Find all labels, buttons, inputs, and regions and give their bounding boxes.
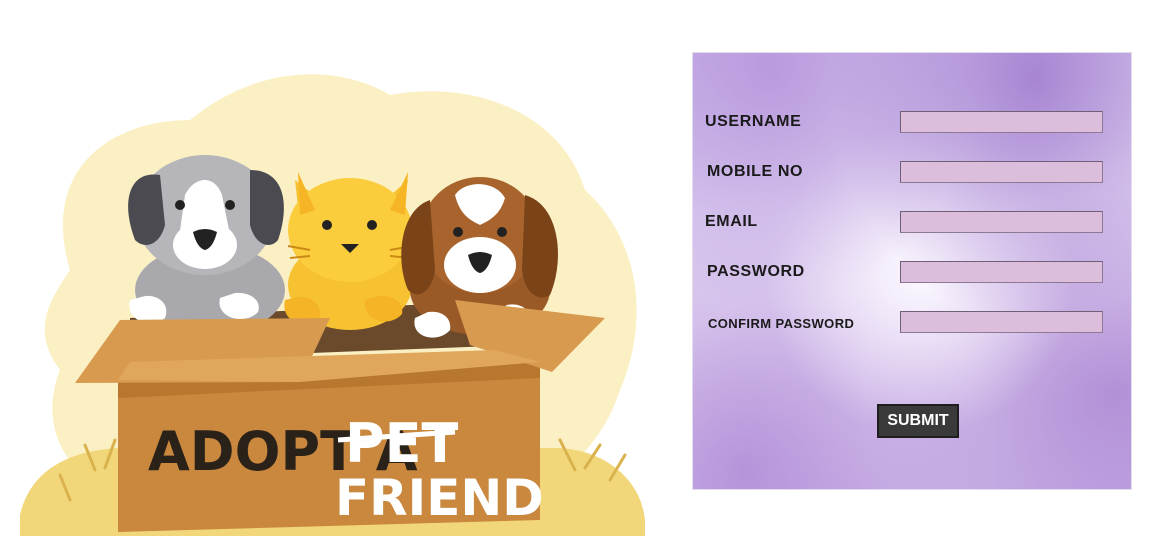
sign-text-struck: PET bbox=[345, 412, 458, 475]
password-input[interactable] bbox=[900, 261, 1103, 283]
password-row: PASSWORD bbox=[693, 261, 1131, 285]
confirm-password-input[interactable] bbox=[900, 311, 1103, 333]
sign-text-friend: FRIEND bbox=[335, 469, 544, 527]
mobile-input[interactable] bbox=[900, 161, 1103, 183]
confirm-password-row: CONFIRM PASSWORD bbox=[693, 311, 1131, 335]
username-row: USERNAME bbox=[693, 111, 1131, 135]
submit-button[interactable]: SUBMIT bbox=[877, 404, 959, 438]
email-input[interactable] bbox=[900, 211, 1103, 233]
email-row: EMAIL bbox=[693, 211, 1131, 235]
signup-form: USERNAME MOBILE NO EMAIL PASSWORD CONFIR… bbox=[692, 52, 1132, 490]
confirm-password-label: CONFIRM PASSWORD bbox=[708, 316, 855, 331]
signup-page: ADOPT A PET FRIEND USERNAME MOBILE NO EM… bbox=[0, 0, 1160, 536]
adopt-a-pet-illustration: ADOPT A PET FRIEND bbox=[0, 0, 660, 536]
password-label: PASSWORD bbox=[707, 263, 805, 280]
grey-dog bbox=[128, 155, 285, 335]
mobile-row: MOBILE NO bbox=[693, 161, 1131, 185]
username-input[interactable] bbox=[900, 111, 1103, 133]
pets-in-box-drawing: ADOPT A PET FRIEND bbox=[20, 74, 645, 536]
username-label: USERNAME bbox=[705, 113, 802, 130]
mobile-label: MOBILE NO bbox=[707, 163, 804, 180]
yellow-cat bbox=[284, 172, 413, 330]
email-label: EMAIL bbox=[705, 213, 758, 230]
